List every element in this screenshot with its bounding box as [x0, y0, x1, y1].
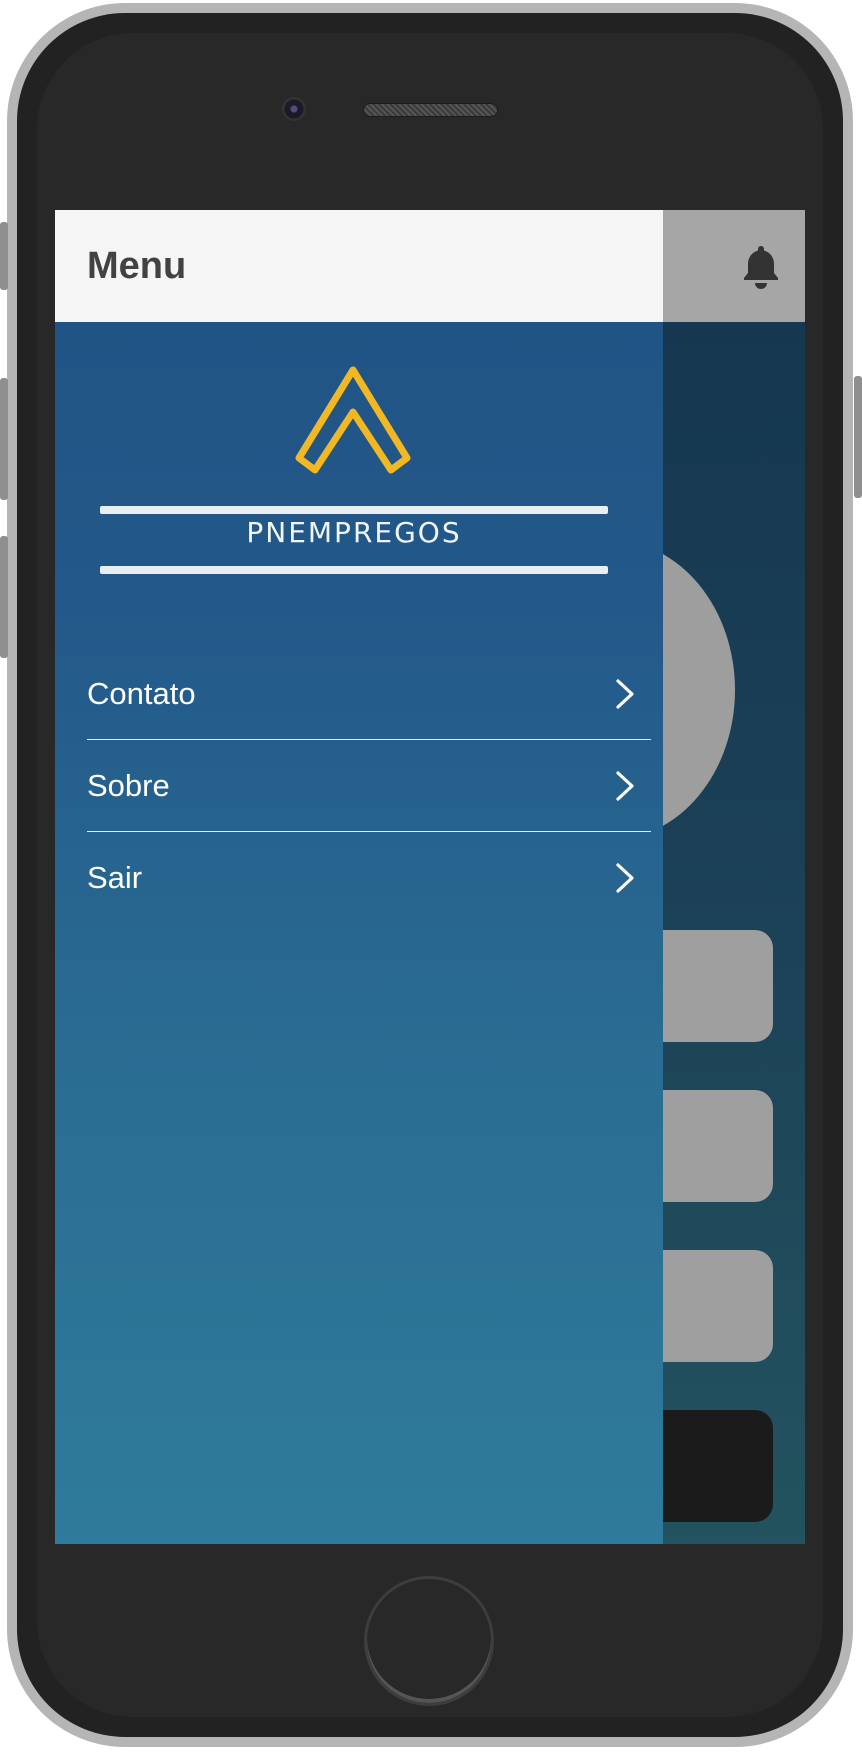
logo-chevron-icon — [295, 366, 411, 474]
front-camera — [282, 97, 306, 121]
power-button — [854, 376, 862, 498]
logo-bottom-rule — [100, 566, 608, 574]
menu-item-sair[interactable]: Sair — [87, 832, 651, 924]
bell-icon[interactable] — [741, 244, 781, 290]
navigation-drawer: Menu PNEMPREGOS Contato Sobre Sair — [55, 210, 663, 1544]
chevron-right-icon — [616, 771, 634, 801]
earpiece-speaker — [363, 103, 498, 117]
menu-item-contato[interactable]: Contato — [87, 648, 651, 740]
drawer-title: Menu — [87, 244, 187, 287]
menu-item-label: Sobre — [87, 767, 170, 803]
volume-up-button — [0, 378, 8, 500]
home-button[interactable] — [364, 1576, 494, 1706]
logo-wordmark: PNEMPREGOS — [246, 516, 462, 549]
menu-item-label: Contato — [87, 675, 196, 711]
app-screen: Menu PNEMPREGOS Contato Sobre Sair — [55, 210, 805, 1544]
menu-item-label: Sair — [87, 860, 143, 895]
mute-switch — [0, 222, 8, 290]
volume-down-button — [0, 536, 8, 658]
chevron-right-icon — [616, 679, 634, 709]
logo-top-rule — [100, 506, 608, 514]
drawer-header: Menu — [55, 210, 663, 322]
menu-item-sobre[interactable]: Sobre — [87, 740, 651, 832]
drawer-menu: Contato Sobre Sair — [87, 648, 651, 924]
chevron-right-icon — [616, 863, 634, 893]
